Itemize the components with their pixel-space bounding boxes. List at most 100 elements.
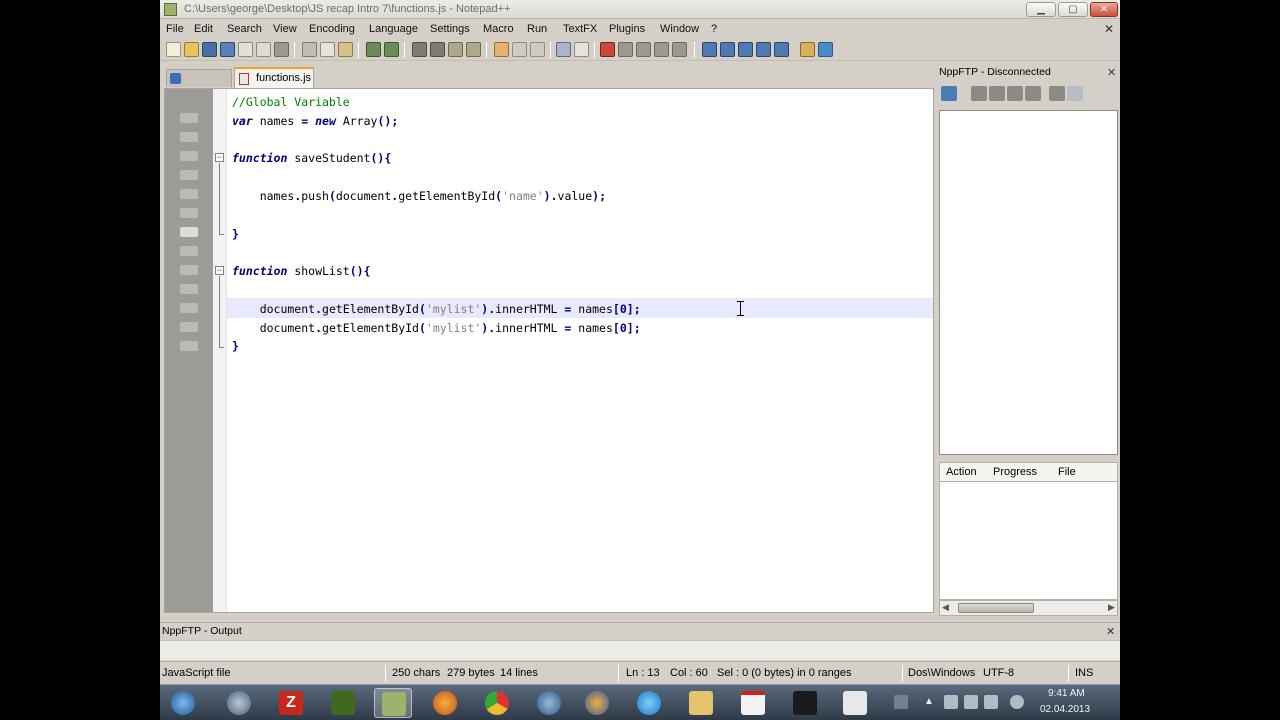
tab-unsaved-document[interactable] [166, 69, 232, 87]
show-all-chars-icon[interactable] [530, 42, 545, 57]
taskbar-firefox[interactable] [426, 688, 464, 718]
scrollbar-thumb[interactable] [958, 603, 1034, 613]
close-document-icon[interactable]: ✕ [1104, 22, 1114, 36]
taskbar-notepad-plus-plus[interactable] [374, 688, 412, 718]
taskbar-acrobat[interactable] [734, 688, 772, 718]
ftp-connect-icon[interactable] [818, 42, 833, 57]
replace-icon[interactable] [430, 42, 445, 57]
save-all-icon[interactable] [220, 42, 235, 57]
tray-keyboard-icon[interactable] [894, 695, 908, 709]
menu-run[interactable]: Run [527, 23, 547, 35]
clock-time[interactable]: 9:41 AM [1048, 688, 1085, 699]
close-file-icon[interactable] [238, 42, 253, 57]
copy-icon[interactable] [320, 42, 335, 57]
menu-search[interactable]: Search [227, 23, 262, 35]
menu-macro[interactable]: Macro [483, 23, 514, 35]
taskbar-filezilla[interactable]: Z [272, 688, 310, 718]
menu-language[interactable]: Language [369, 23, 418, 35]
menu-encoding[interactable]: Encoding [309, 23, 355, 35]
horizontal-scrollbar[interactable]: ◀ ▶ [939, 600, 1118, 616]
taskbar-vlc[interactable] [786, 688, 824, 718]
taskbar-network-app[interactable] [220, 688, 258, 718]
new-file-icon[interactable] [166, 42, 181, 57]
run-macro-multiple-icon[interactable] [654, 42, 669, 57]
find-icon[interactable] [412, 42, 427, 57]
download-icon[interactable] [971, 86, 987, 101]
code-editor[interactable]: − − //Global Variable var names = new Arr… [164, 88, 934, 613]
save-icon[interactable] [202, 42, 217, 57]
menu-view[interactable]: View [273, 23, 297, 35]
stop-macro-icon[interactable] [618, 42, 633, 57]
undo-icon[interactable] [366, 42, 381, 57]
tray-network-icon[interactable] [964, 695, 978, 709]
menu-settings[interactable]: Settings [430, 23, 470, 35]
taskbar-firefox-2[interactable] [578, 688, 616, 718]
cut-icon[interactable] [302, 42, 317, 57]
status-encoding[interactable]: UTF-8 [983, 667, 1014, 679]
record-macro-icon[interactable] [600, 42, 615, 57]
queue-column-progress[interactable]: Progress [993, 466, 1037, 478]
plugin-tool-3-icon[interactable] [738, 42, 753, 57]
tray-update-icon[interactable] [1010, 695, 1024, 709]
zoom-out-icon[interactable] [466, 42, 481, 57]
code-line[interactable]: //Global Variable [232, 93, 350, 112]
taskbar-internet-explorer[interactable] [630, 688, 668, 718]
taskbar-chrome[interactable] [478, 688, 516, 718]
fold-toggle-icon[interactable]: − [215, 153, 224, 162]
close-button[interactable]: ✕ [1090, 2, 1118, 17]
maximize-button[interactable]: ▢ [1058, 2, 1088, 17]
message-window-icon[interactable] [1067, 86, 1083, 101]
open-file-icon[interactable] [184, 42, 199, 57]
refresh-icon[interactable] [1007, 86, 1023, 101]
fold-toggle-icon[interactable]: − [215, 266, 224, 275]
start-button[interactable] [164, 688, 202, 718]
code-line[interactable]: } [232, 337, 239, 356]
paste-icon[interactable] [338, 42, 353, 57]
code-line[interactable]: document.getElementById('mylist').innerH… [232, 319, 641, 338]
sync-scroll-icon[interactable] [494, 42, 509, 57]
close-panel-icon[interactable]: ✕ [1106, 625, 1115, 638]
menu-window[interactable]: Window [660, 23, 699, 35]
word-wrap-icon[interactable] [512, 42, 527, 57]
scroll-left-arrow-icon[interactable]: ◀ [942, 602, 949, 613]
plugin-tool-4-icon[interactable] [756, 42, 771, 57]
code-line[interactable]: names.push(document.getElementById('name… [232, 187, 606, 206]
transfer-queue-list[interactable] [939, 482, 1118, 600]
tray-volume-icon[interactable] [984, 695, 998, 709]
code-line[interactable]: document.getElementById('mylist').innerH… [232, 300, 641, 319]
taskbar-window-switcher[interactable] [836, 688, 874, 718]
status-insert-mode[interactable]: INS [1075, 667, 1093, 679]
taskbar-terminal[interactable] [324, 688, 362, 718]
connect-icon[interactable] [941, 86, 957, 101]
upload-icon[interactable] [989, 86, 1005, 101]
abort-icon[interactable] [1025, 86, 1041, 101]
close-panel-icon[interactable]: ✕ [1107, 66, 1116, 79]
tray-expand-icon[interactable]: ▲ [924, 696, 934, 707]
queue-column-file[interactable]: File [1058, 466, 1076, 478]
clock-date[interactable]: 02.04.2013 [1040, 704, 1090, 715]
print-icon[interactable] [274, 42, 289, 57]
status-eol-format[interactable]: Dos\Windows [908, 667, 975, 679]
queue-column-action[interactable]: Action [946, 466, 977, 478]
menu-edit[interactable]: Edit [194, 23, 213, 35]
code-line[interactable]: function saveStudent(){ [232, 149, 391, 168]
plugin-tool-2-icon[interactable] [720, 42, 735, 57]
code-line[interactable]: function showList(){ [232, 262, 371, 281]
menu-file[interactable]: File [166, 23, 184, 35]
save-macro-icon[interactable] [672, 42, 687, 57]
scroll-right-arrow-icon[interactable]: ▶ [1108, 602, 1115, 613]
user-language-icon[interactable] [574, 42, 589, 57]
ftp-folder-icon[interactable] [800, 42, 815, 57]
tray-flag-icon[interactable] [944, 695, 958, 709]
menu-textfx[interactable]: TextFX [563, 23, 597, 35]
plugin-tool-5-icon[interactable] [774, 42, 789, 57]
plugin-tool-1-icon[interactable] [702, 42, 717, 57]
menu-help[interactable]: ? [711, 23, 717, 35]
taskbar-thunderbird[interactable] [530, 688, 568, 718]
minimize-button[interactable]: ▁ [1026, 2, 1056, 17]
redo-icon[interactable] [384, 42, 399, 57]
remote-file-tree[interactable] [939, 110, 1118, 455]
tab-functions-js[interactable]: functions.js [234, 67, 314, 88]
code-line[interactable]: var names = new Array(); [232, 112, 398, 131]
settings-icon[interactable] [1049, 86, 1065, 101]
